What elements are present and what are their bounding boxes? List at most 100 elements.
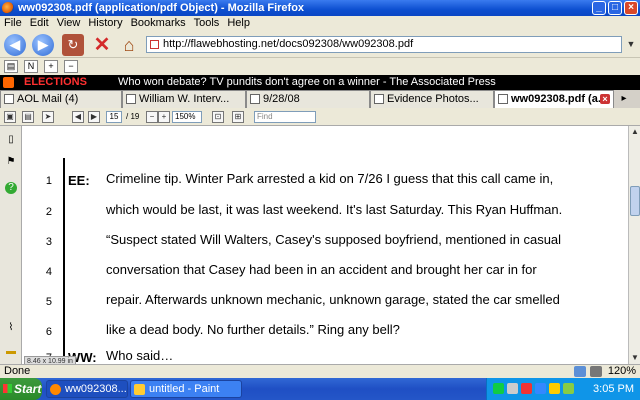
scroll-down-icon[interactable]: ▼ xyxy=(629,352,640,364)
menu-tools[interactable]: Tools xyxy=(194,16,220,31)
tab-favicon xyxy=(374,94,384,104)
navigation-toolbar: ◀ ▶ ↻ ✕ ⌂ http://flawebhosting.net/docs0… xyxy=(0,31,640,58)
network-icon[interactable] xyxy=(535,383,546,394)
tab-ww092308-pdf[interactable]: ww092308.pdf (a... × xyxy=(494,90,614,108)
tray-app-icon[interactable] xyxy=(493,383,504,394)
news-ticker[interactable]: ELECTIONS Who won debate? TV pundits don… xyxy=(0,75,640,90)
zoom-in-pdf-icon[interactable]: + xyxy=(158,111,170,123)
transcript-line: which would be last, it was last weekend… xyxy=(106,202,563,217)
tab-favicon xyxy=(250,94,260,104)
page-number-input[interactable]: 15 xyxy=(106,111,122,123)
tab-william-interview[interactable]: William W. Interv... xyxy=(122,90,246,108)
transcript-line: conversation that Casey had been in an a… xyxy=(106,262,537,277)
status-bar: Done 120% xyxy=(0,364,640,378)
select-tool-icon[interactable]: ➤ xyxy=(42,111,54,123)
tab-list-icon: ▸ xyxy=(621,93,627,104)
windows-taskbar: Start ww092308.... untitled - Paint 3:05… xyxy=(0,378,640,400)
url-input[interactable]: http://flawebhosting.net/docs092308/ww09… xyxy=(146,36,622,53)
next-page-icon[interactable]: ▶ xyxy=(88,111,100,123)
system-tray: 3:05 PM xyxy=(486,378,640,400)
forward-button[interactable]: ▶ xyxy=(32,34,54,56)
zoom-level[interactable]: 120% xyxy=(608,365,636,378)
bookmarks-icon[interactable]: ⚑ xyxy=(5,156,17,168)
taskbar-item-label: untitled - Paint xyxy=(149,383,220,395)
tab-label: 9/28/08 xyxy=(263,93,300,105)
line-number: 6 xyxy=(45,326,52,338)
close-button[interactable]: × xyxy=(624,1,638,15)
taskbar-item-paint[interactable]: untitled - Paint xyxy=(130,380,242,398)
start-button[interactable]: Start xyxy=(0,378,42,400)
line-number: 2 xyxy=(45,206,52,218)
maximize-button[interactable]: □ xyxy=(608,1,622,15)
menu-help[interactable]: Help xyxy=(227,16,250,31)
pdf-toolbar: ▣ ▤ ➤ ◀ ▶ 15 / 19 − + 150% ⊡ ⊞ Find xyxy=(0,108,640,126)
home-icon: ⌂ xyxy=(123,35,135,55)
url-text: http://flawebhosting.net/docs092308/ww09… xyxy=(163,38,414,50)
ticker-headline[interactable]: Who won debate? TV pundits don't agree o… xyxy=(118,75,496,90)
reload-button[interactable]: ↻ xyxy=(62,34,84,56)
window-title-bar[interactable]: ww092308.pdf (application/pdf Object) - … xyxy=(0,0,640,16)
home-button[interactable]: ⌂ xyxy=(118,34,140,56)
speaker-label: EE: xyxy=(68,173,90,188)
zoom-status-icon[interactable] xyxy=(590,366,602,377)
tray-alert-icon[interactable] xyxy=(549,383,560,394)
tab-favicon xyxy=(126,94,136,104)
page-icon xyxy=(150,40,159,49)
transcript-line: repair. Afterwards unknown mechanic, unk… xyxy=(106,292,560,307)
print-pdf-icon[interactable]: ▤ xyxy=(22,111,34,123)
save-icon[interactable]: ▣ xyxy=(4,111,16,123)
fit-page-icon[interactable]: ⊡ xyxy=(212,111,224,123)
tab-evidence-photos[interactable]: Evidence Photos... xyxy=(370,90,494,108)
ticker-label: ELECTIONS xyxy=(24,76,87,88)
pages-icon[interactable]: ▯ xyxy=(5,134,17,146)
find-input[interactable]: Find xyxy=(254,111,316,123)
taskbar-item-firefox[interactable]: ww092308.... xyxy=(46,380,128,398)
tab-close-icon[interactable]: × xyxy=(600,94,610,104)
menu-bar: File Edit View History Bookmarks Tools H… xyxy=(0,16,640,31)
stop-button[interactable]: ✕ xyxy=(92,34,112,56)
menu-view[interactable]: View xyxy=(57,16,81,31)
help-icon[interactable]: ? xyxy=(5,182,17,194)
minimize-button[interactable]: _ xyxy=(592,1,606,15)
menu-edit[interactable]: Edit xyxy=(30,16,49,31)
volume-icon[interactable] xyxy=(507,383,518,394)
transcript-line: “Suspect stated Will Walters, Casey's su… xyxy=(106,232,562,247)
comments-icon[interactable]: ▬ xyxy=(5,346,17,358)
menu-history[interactable]: History xyxy=(88,16,122,31)
status-addon-icon[interactable] xyxy=(574,366,586,377)
zoom-out-pdf-icon[interactable]: − xyxy=(146,111,158,123)
pdf-viewer[interactable]: 1 EE: Crimeline tip. Winter Park arreste… xyxy=(22,126,628,364)
back-button[interactable]: ◀ xyxy=(4,34,26,56)
firefox-icon xyxy=(50,384,61,395)
previous-page-icon[interactable]: ◀ xyxy=(72,111,84,123)
print-icon[interactable]: ▤ xyxy=(4,60,18,73)
tab-aol-mail[interactable]: AOL Mail (4) xyxy=(0,90,122,108)
tab-list-button[interactable]: ▸ xyxy=(614,90,634,108)
zoom-select[interactable]: 150% xyxy=(172,111,202,123)
attachment-icon[interactable]: ⌇ xyxy=(5,322,17,334)
scroll-thumb[interactable] xyxy=(630,186,640,216)
line-number: 5 xyxy=(45,296,52,308)
zoom-out-icon[interactable]: − xyxy=(64,60,78,73)
tab-label: AOL Mail (4) xyxy=(17,93,79,105)
clock[interactable]: 3:05 PM xyxy=(593,378,634,400)
security-icon[interactable] xyxy=(521,383,532,394)
tab-9-28-08[interactable]: 9/28/08 xyxy=(246,90,370,108)
page-count: / 19 xyxy=(126,112,140,121)
menu-bookmarks[interactable]: Bookmarks xyxy=(131,16,186,31)
vertical-scrollbar[interactable]: ▲ ▼ xyxy=(628,126,640,364)
tab-label: Evidence Photos... xyxy=(387,93,479,105)
tray-update-icon[interactable] xyxy=(563,383,574,394)
fit-width-icon[interactable]: ⊞ xyxy=(232,111,244,123)
transcript-line: like a dead body. No further details.” R… xyxy=(106,322,400,337)
tab-label: William W. Interv... xyxy=(139,93,230,105)
url-dropdown-button[interactable]: ▼ xyxy=(624,36,638,53)
menu-file[interactable]: File xyxy=(4,16,22,31)
pdf-side-panel: ▯ ⚑ ? ⌇ ▬ xyxy=(0,126,22,364)
transcript-margin-line xyxy=(63,158,65,364)
scroll-up-icon[interactable]: ▲ xyxy=(629,126,640,138)
zoom-in-icon[interactable]: + xyxy=(44,60,58,73)
line-number: 3 xyxy=(45,236,52,248)
addon-icon[interactable]: N xyxy=(24,60,38,73)
taskbar-item-label: ww092308.... xyxy=(65,383,128,395)
